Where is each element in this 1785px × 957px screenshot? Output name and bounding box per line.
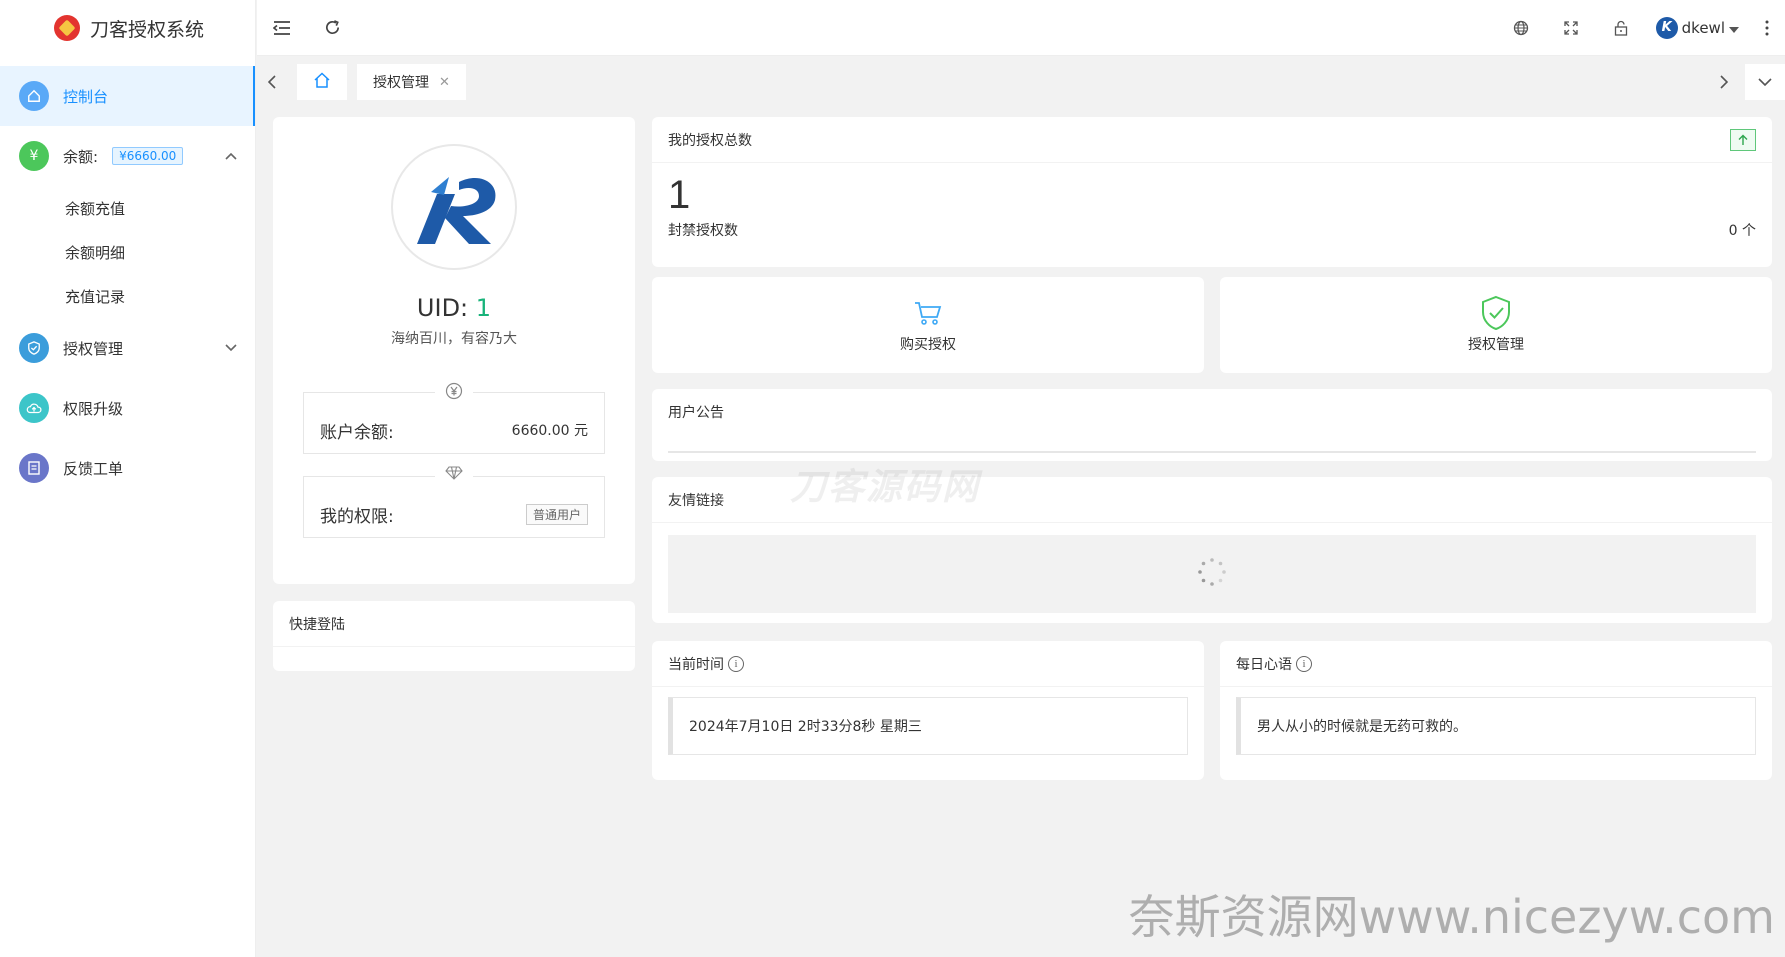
permission-fieldset: 我的权限: 普通用户 bbox=[303, 466, 605, 539]
user-motto: 海纳百川，有容乃大 bbox=[391, 331, 517, 347]
arrow-up-icon[interactable] bbox=[1730, 128, 1756, 151]
fullscreen-icon[interactable] bbox=[1546, 0, 1596, 56]
profile-card: UID: 1 海纳百川，有容乃大 账户余额: 6660.00 元 我的权限: 普… bbox=[273, 117, 635, 584]
sidebar-item-label: 权限升级 bbox=[63, 399, 124, 418]
yen-circle-icon bbox=[435, 382, 473, 404]
brand[interactable]: 刀客授权系统 bbox=[0, 0, 255, 56]
home-icon bbox=[19, 81, 49, 111]
quick-login-title: 快捷登陆 bbox=[273, 601, 635, 647]
balance-badge: ¥6660.00 bbox=[112, 147, 184, 165]
user-menu[interactable]: K dkewl bbox=[1646, 16, 1749, 39]
yen-icon: ¥ bbox=[19, 141, 49, 171]
sidebar-subitem-balance-detail[interactable]: 余额明细 bbox=[0, 230, 255, 274]
tab-label: 授权管理 bbox=[373, 75, 429, 91]
uid-line: UID: 1 bbox=[273, 294, 635, 322]
info-icon[interactable]: i bbox=[1296, 655, 1312, 672]
sidebar-item-label: 控制台 bbox=[63, 87, 109, 106]
logo-k-icon bbox=[417, 177, 496, 244]
notice-card: 用户公告 bbox=[652, 389, 1772, 461]
sidebar-item-feedback[interactable]: 反馈工单 bbox=[0, 438, 255, 498]
notice-divider bbox=[668, 451, 1756, 453]
friend-links-body bbox=[668, 535, 1756, 613]
sidebar-subitem-recharge[interactable]: 余额充值 bbox=[0, 186, 255, 230]
page-tabs: 授权管理 ✕ bbox=[257, 64, 1785, 100]
current-time-header: 当前时间 i bbox=[652, 641, 1204, 687]
banned-label: 封禁授权数 bbox=[668, 223, 738, 239]
watermark-middle: 刀客源码网 bbox=[790, 467, 981, 508]
tabs-right bbox=[1709, 64, 1785, 100]
chevron-down-icon bbox=[225, 340, 237, 356]
tab-home[interactable] bbox=[297, 64, 347, 100]
globe-icon[interactable] bbox=[1496, 0, 1546, 56]
diamond-icon bbox=[435, 466, 473, 484]
daily-quote-value: 男人从小的时候就是无药可救的。 bbox=[1236, 697, 1756, 755]
current-time-card: 当前时间 i 2024年7月10日 2时33分8秒 星期三 bbox=[652, 641, 1204, 780]
header-right: K dkewl bbox=[1496, 0, 1785, 56]
banned-row: 封禁授权数 0 个 bbox=[652, 218, 1772, 242]
avatar: K bbox=[1655, 16, 1678, 39]
current-time-value: 2024年7月10日 2时33分8秒 星期三 bbox=[668, 697, 1188, 755]
username: dkewl bbox=[1681, 18, 1725, 37]
home-icon bbox=[313, 71, 331, 93]
more-vertical-icon[interactable] bbox=[1749, 0, 1785, 56]
daily-quote-card: 每日心语 i 男人从小的时候就是无药可救的。 bbox=[1220, 641, 1772, 780]
auth-manage-button[interactable]: 授权管理 bbox=[1220, 277, 1772, 373]
brand-logo-icon bbox=[54, 15, 80, 41]
tabs-dropdown-icon[interactable] bbox=[1745, 64, 1785, 100]
shield-icon bbox=[19, 333, 49, 363]
balance-value: 6660.00 元 bbox=[511, 423, 588, 439]
auth-stats-header: 我的授权总数 bbox=[652, 117, 1772, 163]
permission-label: 我的权限: bbox=[320, 506, 394, 527]
sidebar-menu: 控制台 ¥ 余额: ¥6660.00 余额充值 余额明细 充值记录 授权管理 权… bbox=[0, 66, 255, 498]
menu-fold-icon[interactable] bbox=[257, 0, 307, 56]
permission-tag: 普通用户 bbox=[525, 503, 588, 525]
close-icon[interactable]: ✕ bbox=[439, 75, 450, 90]
notice-title: 用户公告 bbox=[668, 405, 724, 421]
banned-value: 0 个 bbox=[1728, 223, 1756, 239]
shield-check-icon bbox=[1480, 295, 1512, 331]
lock-icon[interactable] bbox=[1596, 0, 1646, 56]
daily-quote-title: 每日心语 bbox=[1236, 656, 1292, 673]
auth-manage-label: 授权管理 bbox=[1468, 337, 1524, 353]
chevron-up-icon bbox=[225, 148, 237, 164]
tabs-scroll-right-icon[interactable] bbox=[1709, 64, 1739, 100]
cloud-upload-icon bbox=[19, 393, 49, 423]
refresh-icon[interactable] bbox=[307, 0, 357, 56]
brand-title: 刀客授权系统 bbox=[90, 18, 205, 41]
auth-stats-title: 我的授权总数 bbox=[668, 132, 752, 149]
daily-quote-header: 每日心语 i bbox=[1220, 641, 1772, 687]
profile-avatar bbox=[391, 144, 517, 270]
uid-label: UID: bbox=[416, 294, 469, 322]
buy-auth-label: 购买授权 bbox=[900, 337, 956, 353]
ticket-icon bbox=[19, 453, 49, 483]
sidebar: 刀客授权系统 控制台 ¥ 余额: ¥6660.00 余额充值 余额明细 充值记录… bbox=[0, 0, 256, 957]
sidebar-item-label: 授权管理 bbox=[63, 339, 124, 358]
uid-value: 1 bbox=[475, 294, 492, 322]
sidebar-item-dashboard[interactable]: 控制台 bbox=[0, 66, 255, 126]
caret-down-icon bbox=[1729, 19, 1739, 37]
buy-auth-button[interactable]: 购买授权 bbox=[652, 277, 1204, 373]
balance-label: 账户余额: bbox=[320, 422, 394, 443]
sidebar-item-label: 反馈工单 bbox=[63, 459, 124, 478]
current-time-title: 当前时间 bbox=[668, 656, 724, 673]
top-header: K dkewl bbox=[257, 0, 1785, 56]
permission-row: 我的权限: 普通用户 bbox=[304, 477, 604, 539]
sidebar-item-auth-management[interactable]: 授权管理 bbox=[0, 318, 255, 378]
cart-icon bbox=[913, 296, 943, 330]
quick-login-card: 快捷登陆 bbox=[273, 601, 635, 671]
tabs-scroll-left-icon[interactable] bbox=[257, 64, 287, 100]
balance-fieldset: 账户余额: 6660.00 元 bbox=[303, 382, 605, 454]
auth-stats-card: 我的授权总数 1 封禁授权数 0 个 bbox=[652, 117, 1772, 267]
sidebar-subitem-recharge-records[interactable]: 充值记录 bbox=[0, 274, 255, 318]
auth-total-value: 1 bbox=[668, 173, 691, 217]
watermark-bottom: 奈斯资源网www.nicezyw.com bbox=[1128, 890, 1775, 944]
sidebar-item-balance[interactable]: ¥ 余额: ¥6660.00 bbox=[0, 126, 255, 186]
sidebar-item-upgrade[interactable]: 权限升级 bbox=[0, 378, 255, 438]
info-icon[interactable]: i bbox=[728, 655, 744, 672]
tab-auth-management[interactable]: 授权管理 ✕ bbox=[357, 64, 466, 100]
sidebar-item-label: 余额: bbox=[63, 147, 99, 166]
loading-spinner-icon bbox=[1197, 557, 1227, 592]
